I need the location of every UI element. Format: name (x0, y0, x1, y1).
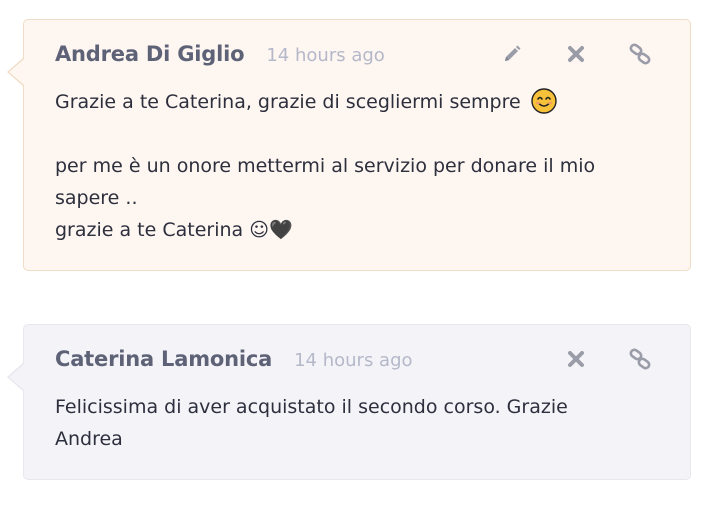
comment-body: Grazie a te Caterina, grazie di sceglier… (55, 86, 659, 246)
comment-text: grazie a te Caterina ☺ (55, 219, 270, 241)
comment-author[interactable]: Andrea Di Giglio (55, 42, 245, 66)
comment-text: Grazie a te Caterina, grazie di sceglier… (55, 91, 521, 113)
comment-text: Felicissima di aver acquistato il second… (55, 396, 568, 450)
delete-icon[interactable] (564, 347, 588, 371)
smiling-face-icon (531, 88, 557, 114)
comment-author[interactable]: Caterina Lamonica (55, 347, 272, 371)
comment-actions (564, 347, 652, 371)
black-heart-icon: 🖤 (269, 219, 293, 241)
comment-text-line: Grazie a te Caterina, grazie di sceglier… (55, 86, 659, 118)
edit-icon[interactable] (500, 42, 524, 66)
delete-icon[interactable] (564, 42, 588, 66)
comment-body: Felicissima di aver acquistato il second… (55, 391, 659, 455)
comment-card: Caterina Lamonica 14 hours ago Felicissi… (7, 324, 691, 480)
comment-actions (500, 42, 652, 66)
comment-card: Andrea Di Giglio 14 hours ago Grazie a t… (7, 19, 691, 271)
comment-timestamp[interactable]: 14 hours ago (266, 45, 384, 66)
link-icon[interactable] (628, 347, 652, 371)
comment-text: per me è un onore mettermi al servizio p… (55, 155, 596, 209)
comment-timestamp[interactable]: 14 hours ago (294, 350, 412, 371)
comment-text-line: grazie a te Caterina ☺🖤 (55, 214, 659, 246)
link-icon[interactable] (628, 42, 652, 66)
